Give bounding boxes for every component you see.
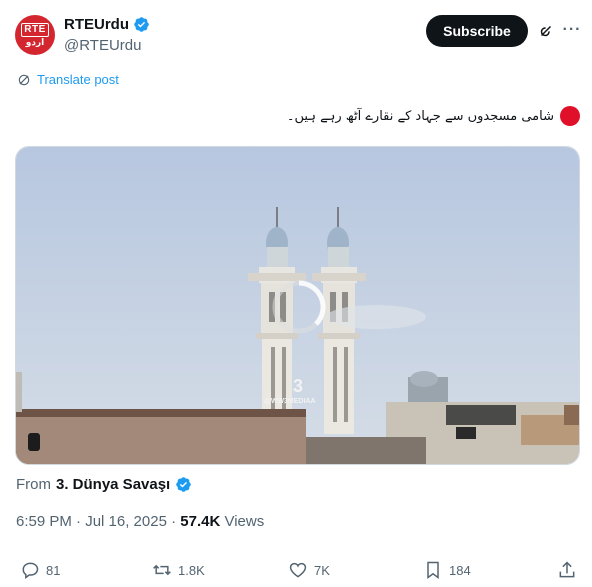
- views-count: 57.4K: [180, 513, 221, 530]
- grok-icon[interactable]: [537, 22, 555, 40]
- from-label: From: [16, 476, 51, 493]
- reply-button[interactable]: 81: [20, 560, 60, 580]
- translate-icon: [18, 74, 30, 85]
- post-time[interactable]: 6:59 PM · Jul 16, 2025 ·: [16, 513, 180, 530]
- video-watermark: 3: [293, 376, 303, 396]
- bookmark-button[interactable]: 184: [423, 560, 471, 580]
- more-options-icon[interactable]: ···: [562, 20, 582, 40]
- reply-count: 81: [46, 562, 61, 578]
- avatar[interactable]: RTE اردو: [15, 15, 55, 55]
- action-bar: 81 1.8K 7K 184: [0, 560, 592, 586]
- bookmark-icon: [427, 561, 439, 579]
- display-name[interactable]: RTEUrdu: [64, 16, 150, 33]
- avatar-text-bottom: اردو: [25, 37, 45, 48]
- video-watermark-sub: @WW3MEDIAA: [264, 398, 316, 405]
- handle[interactable]: @RTEUrdu: [64, 37, 141, 54]
- video-control-icon[interactable]: [28, 433, 40, 451]
- reply-icon: [22, 562, 39, 579]
- translate-post-label: Translate post: [37, 72, 119, 87]
- heart-icon: [289, 562, 307, 578]
- like-button[interactable]: 7K: [288, 560, 330, 580]
- translate-post-link[interactable]: Translate post: [17, 72, 119, 87]
- avatar-text-top: RTE: [21, 22, 49, 37]
- verified-badge-icon: [176, 477, 191, 492]
- share-icon: [559, 561, 575, 578]
- verified-badge-icon: [134, 17, 149, 32]
- bookmark-count: 184: [449, 562, 471, 578]
- video-player[interactable]: 3 @WW3MEDIAA: [15, 146, 580, 465]
- repost-icon: [153, 564, 171, 576]
- source-account-link[interactable]: 3. Dünya Savaşı: [56, 476, 170, 493]
- share-button[interactable]: [557, 560, 577, 580]
- red-circle-icon: [560, 106, 580, 126]
- subscribe-button[interactable]: Subscribe: [426, 15, 528, 47]
- views-label: Views: [220, 513, 265, 530]
- post-text-row: شامی مسجدوں سے جہاد کے نقارے آٹھ رہے ہیں…: [287, 106, 580, 126]
- post-meta: 6:59 PM · Jul 16, 2025 · 57.4K Views: [16, 513, 264, 530]
- display-name-text: RTEUrdu: [64, 16, 129, 33]
- like-count: 7K: [314, 562, 330, 578]
- repost-button[interactable]: 1.8K: [152, 560, 205, 580]
- source-attribution: From 3. Dünya Savaşı: [16, 476, 192, 493]
- post-text: شامی مسجدوں سے جہاد کے نقارے آٹھ رہے ہیں…: [286, 108, 554, 124]
- video-frame: 3 @WW3MEDIAA: [16, 147, 579, 464]
- repost-count: 1.8K: [178, 562, 205, 578]
